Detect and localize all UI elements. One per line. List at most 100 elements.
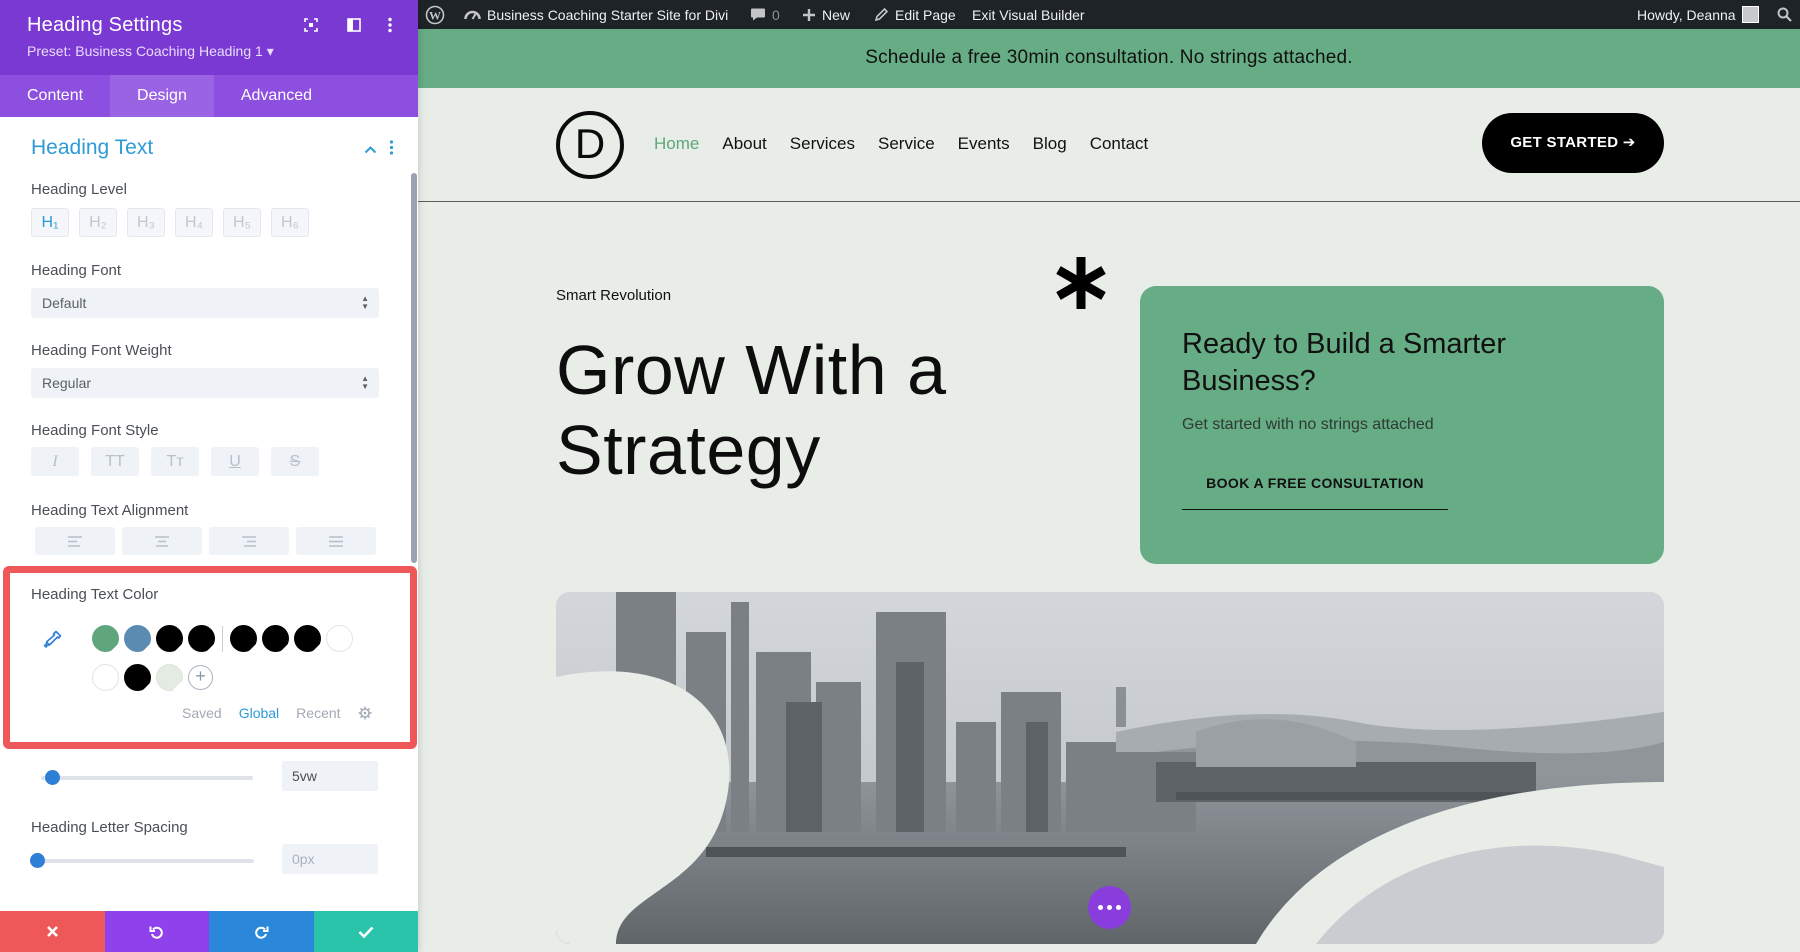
account-menu[interactable]: Howdy, Deanna [1637,0,1759,29]
panel-title: Heading Settings [27,14,183,36]
font-style-options: I TT Tт U S [31,447,319,476]
edit-page-label: Edit Page [895,6,956,23]
nav-item-home[interactable]: Home [654,134,699,154]
add-color-icon[interactable]: + [188,665,213,690]
preset-dropdown[interactable]: Preset: Business Coaching Heading 1 ▾ [27,43,274,60]
heading-level-h6[interactable]: H₆ [271,208,309,237]
select-arrows-icon: ▲ ▼ [361,294,369,311]
undo-button[interactable] [104,911,209,952]
palette-tab-global[interactable]: Global [239,705,279,721]
new-content-link[interactable]: New [802,0,850,29]
align-right-button[interactable] [209,527,289,555]
nav-item-blog[interactable]: Blog [1033,134,1067,154]
align-justify-icon [329,535,343,547]
swatch-divider [222,625,223,652]
heading-level-h3[interactable]: H₃ [127,208,165,237]
color-swatch[interactable] [92,664,119,691]
section-title-heading-text[interactable]: Heading Text [31,136,153,160]
color-swatch[interactable] [156,664,183,691]
card-subtitle: Get started with no strings attached [1182,416,1434,433]
color-swatch[interactable] [326,625,353,652]
book-consultation-button[interactable]: BOOK A FREE CONSULTATION [1182,470,1448,510]
panel-scrollbar[interactable] [411,173,417,563]
align-right-icon [242,535,256,547]
avatar [1741,6,1759,23]
nav-item-service[interactable]: Service [878,134,935,154]
heading-letter-spacing-input[interactable]: 0px [282,844,378,874]
nav-item-events[interactable]: Events [958,134,1010,154]
color-swatch[interactable] [124,625,151,652]
global-color-swatches-row2: + [92,664,213,691]
slider-thumb[interactable] [44,770,60,785]
checkmark-icon [358,926,374,938]
capitalize-button[interactable]: Tт [151,447,199,476]
italic-button[interactable]: I [31,447,79,476]
heading-letter-spacing-label: Heading Letter Spacing [31,819,188,836]
dashboard-icon [464,10,481,20]
site-logo[interactable]: D [556,111,624,179]
heading-level-h5[interactable]: H₅ [223,208,261,237]
heading-level-options: H₁ H₂ H₃ H₄ H₅ H₆ [31,208,309,237]
color-swatch[interactable] [294,625,321,652]
chevron-up-icon[interactable] [364,141,377,159]
comments-link[interactable]: 0 [750,0,780,29]
align-left-button[interactable] [35,527,115,555]
tab-advanced[interactable]: Advanced [214,75,339,117]
svg-text:W: W [429,8,441,22]
panel-action-bar [0,911,418,952]
asterisk-icon [1053,255,1109,316]
search-icon[interactable] [1777,0,1792,29]
builder-options-button[interactable] [1088,886,1131,929]
heading-text-size-slider[interactable] [41,770,253,785]
get-started-button[interactable]: GET STARTED ➔ [1482,113,1664,173]
tab-design[interactable]: Design [110,75,214,117]
main-navigation: Home About Services Service Events Blog … [654,134,1148,154]
color-swatch[interactable] [188,625,215,652]
more-options-icon[interactable] [380,15,400,35]
hero-eyebrow: Smart Revolution [556,287,672,304]
color-swatch[interactable] [156,625,183,652]
nav-item-contact[interactable]: Contact [1090,134,1149,154]
palette-tab-recent[interactable]: Recent [296,705,340,721]
panel-tabs: Content Design Advanced [0,75,418,117]
slider-thumb[interactable] [30,853,45,868]
heading-level-h2[interactable]: H₂ [79,208,117,237]
align-center-button[interactable] [122,527,202,555]
site-name-link[interactable]: Business Coaching Starter Site for Divi [464,0,728,29]
strikethrough-button[interactable]: S [271,447,319,476]
heading-letter-spacing-slider[interactable] [30,853,254,868]
color-swatch[interactable] [124,664,151,691]
palette-tab-saved[interactable]: Saved [182,705,222,721]
heading-text-size-input[interactable]: 5vw [282,761,378,791]
gear-icon[interactable] [358,706,372,720]
section-options-icon[interactable] [389,140,394,160]
color-swatch[interactable] [230,625,257,652]
panel-header: Heading Settings Preset: Business Coachi… [0,0,418,75]
wordpress-logo-icon[interactable]: W [425,0,445,29]
nav-item-services[interactable]: Services [790,134,855,154]
site-header: D Home About Services Service Events Blo… [418,88,1800,202]
heading-font-value: Default [42,295,87,311]
split-view-icon[interactable] [344,15,364,35]
uppercase-button[interactable]: TT [91,447,139,476]
align-justify-button[interactable] [296,527,376,555]
color-swatch[interactable] [92,625,119,652]
heading-text-alignment-label: Heading Text Alignment [31,502,189,519]
redo-button[interactable] [209,911,314,952]
underline-button[interactable]: U [211,447,259,476]
tab-content[interactable]: Content [0,75,110,117]
eyedropper-icon[interactable] [43,629,63,654]
heading-font-select[interactable]: Default ▲ ▼ [31,288,379,318]
save-button[interactable] [313,911,418,952]
color-swatch[interactable] [262,625,289,652]
heading-font-weight-select[interactable]: Regular ▲ ▼ [31,368,379,398]
expand-icon[interactable] [301,15,321,35]
discard-button[interactable] [0,911,105,952]
edit-page-link[interactable]: Edit Page [874,0,956,29]
heading-level-h4[interactable]: H₄ [175,208,213,237]
nav-item-about[interactable]: About [722,134,766,154]
plus-icon [803,8,815,21]
exit-visual-builder-link[interactable]: Exit Visual Builder [972,0,1085,29]
heading-level-h1[interactable]: H₁ [31,208,69,237]
hero-heading[interactable]: Grow With a Strategy [556,330,1036,490]
